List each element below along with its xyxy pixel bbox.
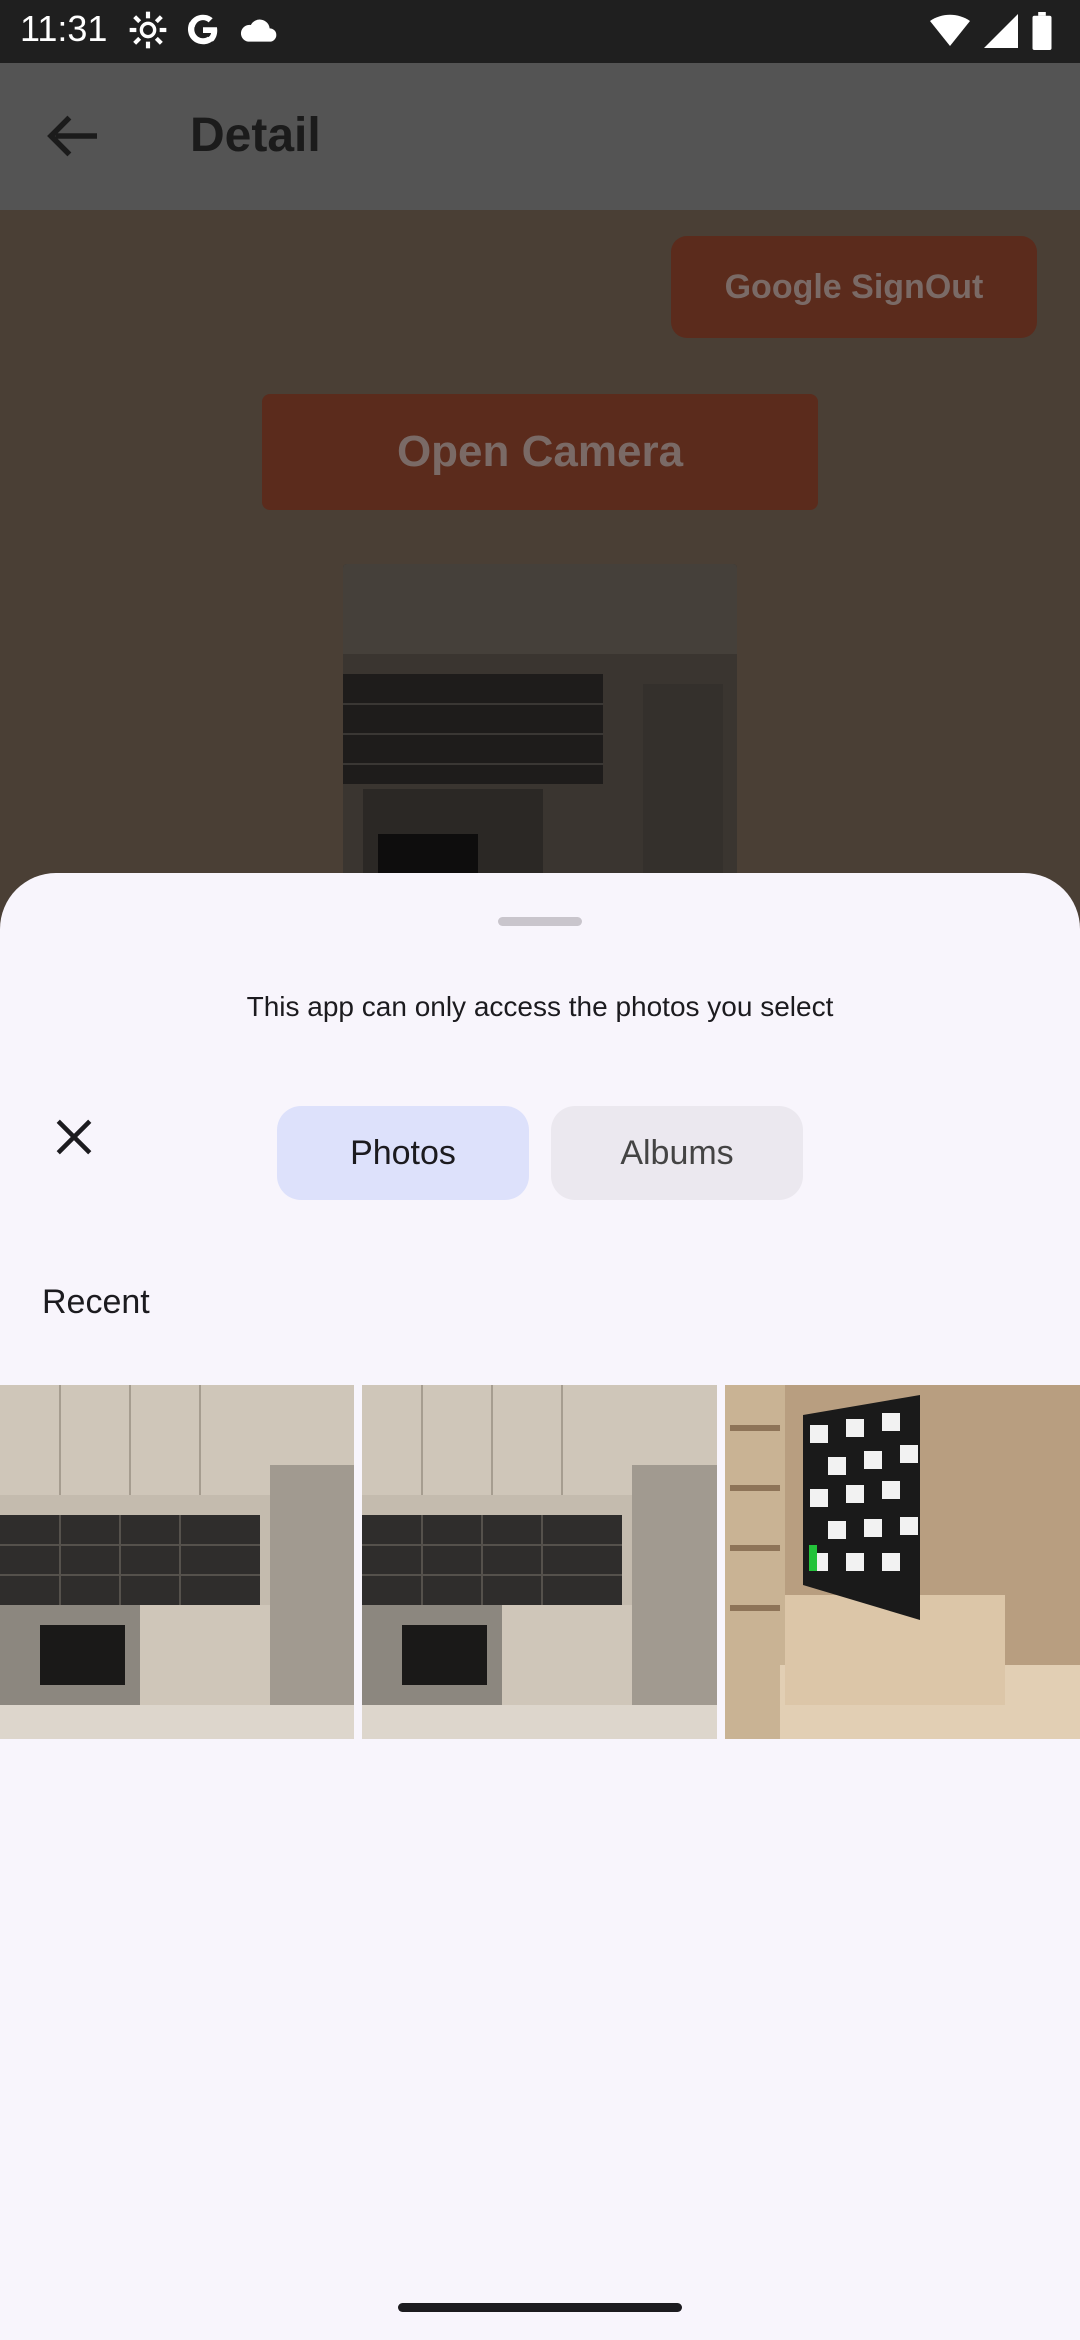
gesture-navigation-bar[interactable] <box>398 2303 682 2312</box>
captured-photo-preview <box>343 564 737 924</box>
google-icon <box>184 11 222 54</box>
battery-icon <box>1032 12 1052 55</box>
status-time: 11:31 <box>20 8 108 49</box>
open-camera-button[interactable]: Open Camera <box>262 394 818 510</box>
photo-picker-sheet: This app can only access the photos you … <box>0 873 1080 2340</box>
drag-handle[interactable] <box>498 917 582 926</box>
photo-thumbnail-kitchen-1[interactable] <box>0 1385 354 1739</box>
tab-albums[interactable]: Albums <box>551 1106 803 1200</box>
signal-icon <box>984 13 1018 54</box>
google-signout-button[interactable]: Google SignOut <box>671 236 1037 338</box>
tab-photos[interactable]: Photos <box>277 1106 529 1200</box>
settings-icon <box>128 10 168 55</box>
photo-thumbnail-kitchen-2[interactable] <box>362 1385 717 1739</box>
close-icon <box>53 1116 95 1163</box>
page-title: Detail <box>190 109 321 162</box>
access-message: This app can only access the photos you … <box>246 991 834 1022</box>
cloud-icon <box>238 15 278 50</box>
back-arrow-icon[interactable] <box>46 113 102 159</box>
wifi-icon <box>930 13 970 54</box>
photo-thumbnail-tv-room[interactable] <box>725 1385 1080 1739</box>
status-bar: 11:31 <box>0 0 1080 63</box>
app-toolbar: Detail <box>0 63 1080 212</box>
photo-grid <box>0 1385 1080 1739</box>
close-button[interactable] <box>40 1105 108 1173</box>
section-recent-label: Recent <box>42 1283 150 1321</box>
